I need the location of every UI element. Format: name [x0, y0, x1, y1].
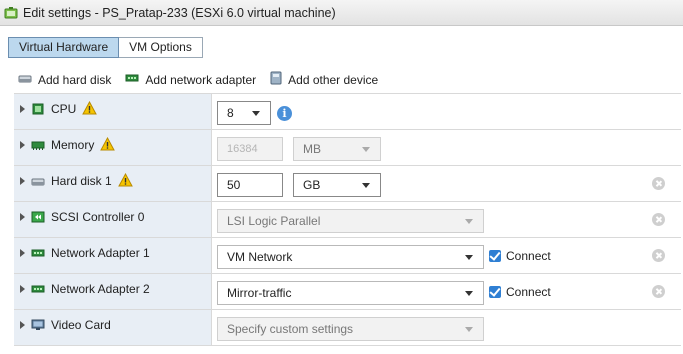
cpu-count-select[interactable]: 8 — [217, 101, 271, 125]
disk-unit-value: GB — [303, 178, 321, 192]
scsi-controller-icon — [31, 211, 45, 223]
warning-icon — [82, 100, 98, 118]
connect-checkbox[interactable] — [489, 250, 501, 262]
device-row-cpu: CPU 8 i — [14, 94, 681, 130]
add-other-device-label: Add other device — [288, 72, 379, 87]
chevron-down-icon — [252, 111, 260, 116]
add-hard-disk-label: Add hard disk — [38, 72, 112, 87]
vm-icon — [4, 6, 18, 20]
chevron-down-icon — [465, 219, 473, 224]
network-1-select[interactable]: VM Network — [217, 245, 484, 269]
network-adapter-icon — [31, 247, 45, 259]
device-label-memory: Memory — [51, 138, 95, 152]
device-row-memory: Memory 16384 MB — [14, 130, 681, 166]
connect-checkbox[interactable] — [489, 286, 501, 298]
chevron-down-icon — [465, 255, 473, 260]
disk-unit-select[interactable]: GB — [293, 173, 381, 197]
info-icon[interactable]: i — [277, 106, 292, 121]
chevron-down-icon — [465, 327, 473, 332]
device-label-network-adapter-1: Network Adapter 1 — [51, 246, 150, 260]
warning-icon — [117, 172, 133, 190]
memory-icon — [31, 139, 45, 151]
connect-label: Connect — [506, 285, 551, 299]
device-label-network-adapter-2: Network Adapter 2 — [51, 282, 150, 296]
device-cell-memory: Memory — [14, 130, 212, 165]
device-cell-scsi: SCSI Controller 0 — [14, 202, 212, 237]
network-adapter-icon — [31, 283, 45, 295]
add-network-adapter-button[interactable]: Add network adapter — [125, 72, 256, 87]
expand-caret-icon[interactable] — [20, 213, 25, 221]
device-label-hard-disk: Hard disk 1 — [51, 174, 112, 188]
cpu-icon — [31, 103, 45, 115]
chevron-down-icon — [465, 291, 473, 296]
add-other-device-button[interactable]: Add other device — [270, 71, 378, 88]
add-device-toolbar: Add hard disk Add network adapter Add ot… — [18, 71, 392, 88]
network-2-value: Mirror-traffic — [227, 286, 292, 300]
device-label-video-card: Video Card — [51, 318, 111, 332]
warning-icon — [100, 136, 116, 154]
disk-size-input[interactable]: 50 — [217, 173, 283, 197]
expand-caret-icon[interactable] — [20, 177, 25, 185]
cpu-count-value: 8 — [227, 106, 234, 120]
hard-disk-icon — [18, 72, 32, 87]
chevron-down-icon — [362, 147, 370, 152]
network-1-connect[interactable]: Connect — [489, 249, 551, 263]
memory-size-input[interactable]: 16384 — [217, 137, 283, 161]
device-cell-cpu: CPU — [14, 94, 212, 129]
memory-size-value: 16384 — [227, 143, 258, 155]
hard-disk-icon — [31, 175, 45, 187]
disk-size-value: 50 — [227, 178, 241, 192]
device-cell-hard-disk: Hard disk 1 — [14, 166, 212, 201]
device-row-hard-disk: Hard disk 1 50 GB — [14, 166, 681, 202]
network-adapter-icon — [125, 72, 139, 87]
tab-vm-options[interactable]: VM Options — [119, 37, 203, 58]
device-row-scsi: SCSI Controller 0 LSI Logic Parallel — [14, 202, 681, 238]
memory-unit-select[interactable]: MB — [293, 137, 381, 161]
device-row-network-adapter-1: Network Adapter 1 VM Network Connect — [14, 238, 681, 274]
scsi-type-select[interactable]: LSI Logic Parallel — [217, 209, 484, 233]
scsi-type-value: LSI Logic Parallel — [227, 214, 321, 228]
expand-caret-icon[interactable] — [20, 321, 25, 329]
device-row-video-card: Video Card Specify custom settings — [14, 310, 681, 346]
remove-device-icon[interactable] — [652, 177, 665, 190]
device-cell-network-adapter-2: Network Adapter 2 — [14, 274, 212, 309]
remove-device-icon[interactable] — [652, 285, 665, 298]
device-label-scsi: SCSI Controller 0 — [51, 210, 145, 224]
remove-device-icon[interactable] — [652, 213, 665, 226]
add-hard-disk-button[interactable]: Add hard disk — [18, 72, 111, 87]
connect-label: Connect — [506, 249, 551, 263]
device-cell-network-adapter-1: Network Adapter 1 — [14, 238, 212, 273]
device-row-network-adapter-2: Network Adapter 2 Mirror-traffic Connect — [14, 274, 681, 310]
network-1-value: VM Network — [227, 250, 293, 264]
window-title: Edit settings - PS_Pratap-233 (ESXi 6.0 … — [23, 5, 336, 20]
network-2-connect[interactable]: Connect — [489, 285, 551, 299]
device-label-cpu: CPU — [51, 102, 77, 116]
expand-caret-icon[interactable] — [20, 249, 25, 257]
video-card-icon — [31, 319, 45, 331]
tab-virtual-hardware[interactable]: Virtual Hardware — [8, 37, 120, 58]
expand-caret-icon[interactable] — [20, 105, 25, 113]
network-2-select[interactable]: Mirror-traffic — [217, 281, 484, 305]
tab-bar: Virtual Hardware VM Options — [8, 37, 203, 58]
video-card-value: Specify custom settings — [227, 322, 354, 336]
chevron-down-icon — [362, 183, 370, 188]
remove-device-icon[interactable] — [652, 249, 665, 262]
hardware-table: CPU 8 i Memory 16384 MB Hard disk 1 50 G… — [14, 93, 681, 346]
window-titlebar: Edit settings - PS_Pratap-233 (ESXi 6.0 … — [0, 0, 683, 26]
expand-caret-icon[interactable] — [20, 141, 25, 149]
memory-unit-value: MB — [303, 142, 321, 156]
device-icon — [270, 71, 282, 88]
expand-caret-icon[interactable] — [20, 285, 25, 293]
video-card-select[interactable]: Specify custom settings — [217, 317, 484, 341]
device-cell-video-card: Video Card — [14, 310, 212, 345]
add-network-adapter-label: Add network adapter — [145, 72, 257, 87]
